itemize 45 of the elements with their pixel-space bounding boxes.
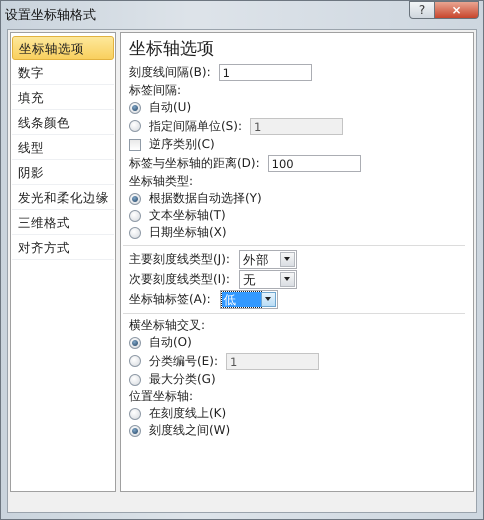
radio-button[interactable]	[129, 210, 141, 222]
sidebar-item[interactable]: 对齐方式	[12, 236, 114, 260]
radio-button[interactable]	[129, 226, 141, 238]
radio-label: 日期坐标轴(X)	[149, 224, 227, 241]
radio-button[interactable]	[129, 374, 141, 386]
radio-button[interactable]	[129, 408, 141, 420]
radio-label: 分类编号(E):	[149, 352, 218, 370]
dropdown-label: 次要刻度线类型(I):	[129, 270, 230, 288]
dropdown[interactable]: 无	[238, 270, 297, 288]
radio-label: 最大分类(G)	[149, 371, 216, 388]
section-label: 位置坐标轴:	[129, 388, 194, 405]
dropdown-label: 坐标轴标签(A):	[129, 290, 211, 308]
sidebar-item[interactable]: 线型	[12, 136, 114, 160]
sidebar-item[interactable]: 阴影	[12, 161, 114, 185]
radio-label: 指定间隔单位(S):	[149, 118, 242, 134]
radio-label: 文本坐标轴(T)	[149, 207, 226, 224]
help-button[interactable]: ?	[409, 1, 435, 19]
radio-label: 刻度线之间(W)	[149, 422, 230, 439]
radio-button[interactable]	[129, 424, 141, 436]
radio-label: 在刻度线上(K)	[149, 405, 226, 422]
panel-heading: 坐标轴选项	[129, 38, 215, 61]
section-label: 横坐标轴交叉:	[129, 317, 206, 334]
sidebar-item[interactable]: 发光和柔化边缘	[12, 186, 114, 210]
checkbox[interactable]	[129, 138, 141, 150]
sidebar-item[interactable]: 线条颜色	[12, 111, 114, 135]
section-label: 标签间隔:	[129, 82, 182, 99]
input-field[interactable]: 100	[268, 154, 361, 172]
input-field[interactable]: 1	[218, 64, 312, 80]
sidebar-item[interactable]: 三维格式	[12, 211, 114, 235]
dropdown[interactable]: 外部	[238, 250, 297, 268]
window-title: 设置坐标轴格式	[5, 7, 97, 24]
field-label: 刻度线间隔(B):	[129, 64, 211, 80]
field-label: 标签与坐标轴的距离(D):	[129, 154, 260, 172]
radio-button[interactable]	[129, 336, 141, 348]
radio-button[interactable]	[129, 192, 141, 204]
sidebar-item[interactable]: 数字	[12, 61, 114, 85]
sidebar-item[interactable]: 坐标轴选项	[12, 36, 114, 60]
dropdown-label: 主要刻度线类型(J):	[129, 250, 230, 268]
checkbox-label: 逆序类别(C)	[149, 136, 215, 153]
radio-button[interactable]	[129, 102, 141, 114]
radio-label: 自动(O)	[149, 334, 192, 351]
radio-label: 根据数据自动选择(Y)	[149, 190, 262, 207]
sidebar-item[interactable]: 填充	[12, 86, 114, 110]
radio-label: 自动(U)	[149, 99, 192, 116]
section-label: 坐标轴类型:	[129, 173, 194, 190]
